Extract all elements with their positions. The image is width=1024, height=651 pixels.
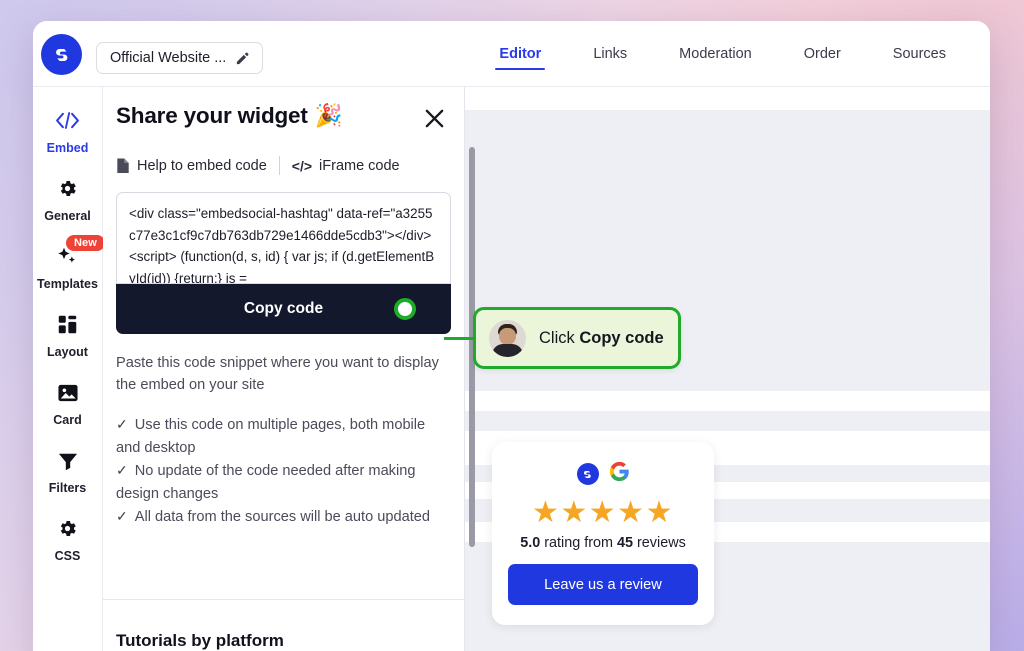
check-icon: ✓ [116, 508, 128, 524]
tab-sources[interactable]: Sources [867, 21, 972, 87]
sidebar-item-templates[interactable]: New Templates [33, 233, 105, 301]
rating-summary: 5.0 rating from 45 reviews [508, 535, 698, 551]
code-icon [55, 108, 80, 134]
document-icon [117, 158, 129, 173]
image-icon [57, 380, 79, 406]
callout-prefix: Click [539, 328, 580, 347]
funnel-icon [57, 448, 79, 474]
workspace: Embed General New Templates Layout Card … [33, 87, 990, 651]
help-link-label: Help to embed code [137, 157, 267, 174]
widget-preview-canvas: ★★★★★ 5.0 rating from 45 reviews Leave u… [465, 87, 990, 651]
review-source-logos [508, 461, 698, 487]
click-target-indicator [394, 298, 416, 320]
gear-icon [57, 176, 78, 202]
help-to-embed-code-link[interactable]: Help to embed code [116, 157, 267, 174]
sidebar-item-card[interactable]: Card [33, 369, 102, 437]
left-icon-rail: Embed General New Templates Layout Card … [33, 87, 105, 651]
copy-code-button[interactable]: Copy code [116, 284, 451, 334]
sidebar-item-general[interactable]: General [33, 165, 102, 233]
leave-us-a-review-button[interactable]: Leave us a review [508, 564, 698, 605]
close-icon[interactable] [423, 107, 446, 130]
tab-editor[interactable]: Editor [473, 21, 567, 87]
preview-placeholder-block [465, 411, 990, 431]
top-bar: Official Website ... Editor Links Modera… [33, 21, 990, 87]
party-popper-icon: 🎉 [314, 103, 343, 128]
sidebar-item-css[interactable]: CSS [33, 505, 102, 573]
project-name-label: Official Website ... [110, 50, 227, 66]
star-rating: ★★★★★ [532, 496, 674, 529]
tab-moderation[interactable]: Moderation [653, 21, 778, 87]
list-item: ✓ No update of the code needed after maki… [116, 459, 451, 505]
benefits-list: ✓ Use this code on multiple pages, both m… [116, 413, 451, 529]
rating-text-middle: rating from [540, 535, 617, 551]
sidebar-item-label: Templates [37, 276, 98, 291]
panel-links: Help to embed code </> iFrame code [103, 130, 464, 175]
new-badge: New [66, 235, 105, 251]
sidebar-item-label: General [44, 208, 91, 223]
link-divider [278, 156, 280, 175]
sidebar-item-filters[interactable]: Filters [33, 437, 102, 505]
layout-grid-icon [57, 312, 78, 338]
check-icon: ✓ [116, 416, 128, 432]
sidebar-item-layout[interactable]: Layout [33, 301, 102, 369]
sidebar-item-embed[interactable]: Embed [33, 97, 102, 165]
page-title-text: Share your widget [116, 103, 308, 128]
click-copy-code-callout: Click Copy code [473, 307, 681, 369]
callout-text: Click Copy code [539, 329, 664, 348]
gear-icon [57, 516, 78, 542]
list-item: ✓ All data from the sources will be auto … [116, 505, 451, 529]
iframe-link-label: iFrame code [319, 157, 400, 174]
page-title: Share your widget 🎉 [116, 103, 343, 129]
section-divider [103, 599, 464, 600]
tab-order[interactable]: Order [778, 21, 867, 87]
google-g-icon [609, 461, 630, 487]
embedsocial-logo-icon[interactable] [41, 34, 82, 75]
project-name-chip[interactable]: Official Website ... [96, 42, 264, 74]
review-widget-card: ★★★★★ 5.0 rating from 45 reviews Leave u… [492, 442, 714, 625]
review-count: 45 [617, 535, 634, 551]
list-item-label: No update of the code needed after makin… [116, 463, 416, 502]
sidebar-item-label: Card [53, 412, 82, 427]
list-item-label: Use this code on multiple pages, both mo… [116, 417, 426, 456]
list-item-label: All data from the sources will be auto u… [134, 509, 431, 525]
copy-code-label: Copy code [243, 300, 324, 317]
embed-code-textarea[interactable]: <div class="embedsocial-hashtag" data-re… [116, 192, 451, 284]
sidebar-item-label: Embed [46, 140, 89, 155]
pencil-icon[interactable] [235, 51, 250, 66]
user-avatar [489, 319, 526, 357]
panel-header: Share your widget 🎉 [103, 103, 464, 130]
tab-links[interactable]: Links [567, 21, 653, 87]
callout-bold: Copy code [579, 328, 664, 347]
vertical-scrollbar[interactable] [467, 87, 475, 651]
paste-instruction-text: Paste this code snippet where you want t… [116, 355, 439, 393]
tutorials-section-title: Tutorials by platform [116, 631, 284, 650]
sidebar-item-label: Filters [48, 480, 87, 495]
share-widget-panel: Share your widget 🎉 Help to embed code <… [103, 87, 465, 651]
check-icon: ✓ [116, 462, 128, 478]
sidebar-item-label: Layout [47, 344, 88, 359]
rating-text-end: reviews [633, 535, 686, 551]
iframe-code-link[interactable]: </> iFrame code [292, 158, 400, 174]
embedsocial-logo-icon [576, 463, 599, 485]
main-nav: Editor Links Moderation Order Sources [473, 21, 972, 87]
list-item: ✓ Use this code on multiple pages, both m… [116, 413, 451, 459]
sidebar-item-label: CSS [54, 548, 81, 563]
code-icon: </> [291, 157, 313, 174]
rating-value: 5.0 [520, 535, 541, 551]
